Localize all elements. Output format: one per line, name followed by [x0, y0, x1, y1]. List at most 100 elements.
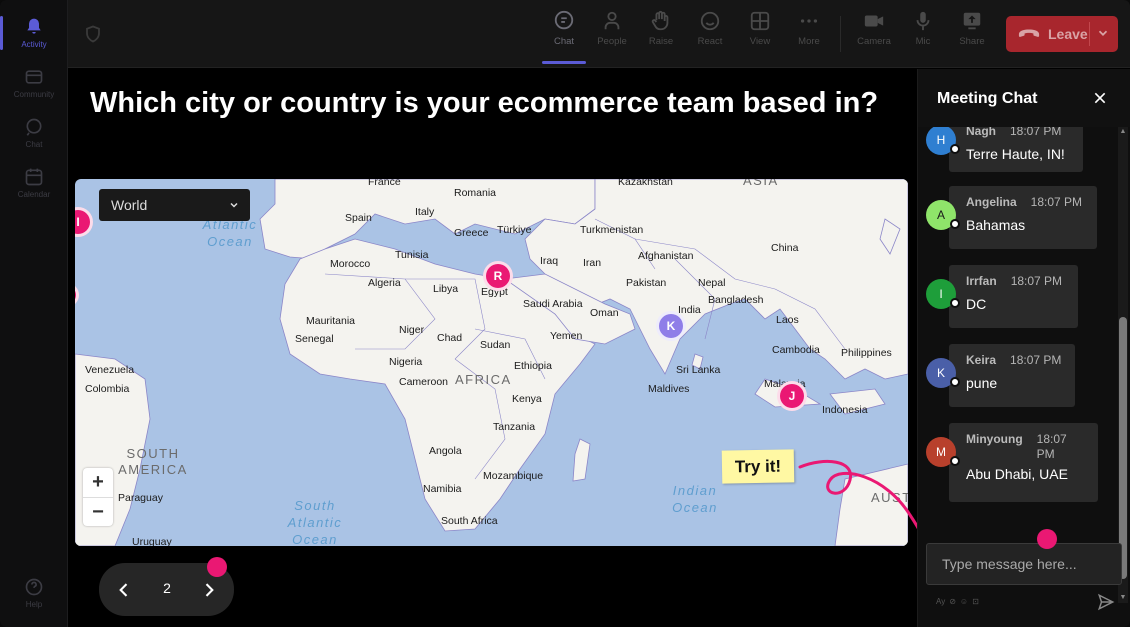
app-rail: Activity Community Chat Calendar Help	[0, 0, 68, 627]
scroll-up-icon[interactable]: ▲	[1119, 128, 1127, 136]
more-icon	[800, 19, 818, 23]
format-icon[interactable]: Ay	[936, 597, 945, 606]
leave-button[interactable]: Leave	[1006, 16, 1118, 52]
mic-icon	[916, 11, 930, 31]
status-indicator	[950, 219, 960, 229]
message-time: 18:07 PM	[1010, 127, 1062, 138]
avatar: H	[926, 127, 960, 155]
react-label: React	[697, 36, 723, 47]
raise-hand-button[interactable]: Raise	[637, 10, 685, 60]
region-select[interactable]: World	[99, 189, 250, 221]
close-icon[interactable]	[1092, 90, 1108, 106]
gif-icon[interactable]: ⊡	[972, 597, 979, 606]
map-label: Spain	[345, 212, 372, 224]
chevron-right-icon[interactable]	[199, 580, 219, 600]
highlight-dot	[207, 557, 227, 577]
map-label: SOUTH AMERICA	[118, 446, 188, 477]
rail-item-help[interactable]: Help	[0, 568, 68, 618]
map-label: Afghanistan	[638, 250, 694, 262]
map-label: Sri Lanka	[676, 364, 721, 376]
map-label: Greece	[454, 227, 489, 239]
map-label: Niger	[399, 324, 425, 336]
map-pin[interactable]: R	[483, 261, 513, 291]
mic-button[interactable]: Mic	[899, 10, 947, 60]
chat-header: Meeting Chat	[918, 69, 1130, 127]
map-label: Iraq	[540, 255, 559, 267]
world-map[interactable]: France Romania Kazakhstan ASIA Spain Ita…	[75, 179, 908, 546]
meeting-chat-panel: Meeting Chat Nagh 18:07 PM Terre Haute, I…	[917, 69, 1130, 627]
message-time: 18:07 PM	[1010, 274, 1063, 288]
map-label: Uruguay	[132, 536, 172, 546]
leave-label: Leave	[1048, 26, 1088, 42]
map-label: China	[771, 242, 799, 254]
rail-label: Activity	[21, 40, 47, 49]
meeting-toolbar: Chat People Raise React View More Camera	[68, 0, 1130, 68]
message-bubble: Nagh 18:07 PM Terre Haute, IN!	[949, 127, 1083, 172]
view-button[interactable]: View	[736, 10, 784, 60]
map-label: Bangladesh	[708, 294, 764, 306]
scrollbar-thumb[interactable]	[1119, 317, 1127, 579]
meeting-window: Activity Community Chat Calendar Help Ch…	[0, 0, 1130, 627]
map-label: Indonesia	[822, 404, 868, 416]
poll-question: Which city or country is your ecommerce …	[90, 87, 879, 119]
zoom-controls: + −	[83, 468, 113, 526]
message-text: Terre Haute, IN!	[966, 146, 1065, 162]
map-label: Atlantic Ocean	[202, 217, 258, 249]
rail-item-calendar[interactable]: Calendar	[0, 158, 68, 208]
map-label: Kenya	[512, 393, 542, 405]
zoom-out-button[interactable]: −	[83, 497, 113, 526]
react-button[interactable]: React	[686, 10, 734, 60]
map-label: Tunisia	[395, 249, 429, 261]
scroll-down-icon[interactable]: ▼	[1119, 594, 1127, 602]
share-button[interactable]: Share	[948, 10, 996, 60]
map-label: Libya	[433, 283, 459, 295]
chat-label: Chat	[553, 36, 575, 47]
map-label: Turkmenistan	[580, 224, 644, 236]
raise-hand-icon	[651, 10, 669, 31]
help-icon	[25, 578, 43, 596]
map-label: Mozambique	[483, 470, 544, 482]
send-icon[interactable]	[1097, 593, 1115, 611]
map-label: Sudan	[480, 339, 511, 351]
highlight-dot	[1037, 529, 1057, 549]
chat-scrollbar[interactable]: ▲ ▼	[1118, 127, 1128, 603]
map-label: France	[368, 179, 401, 188]
message-time: 18:07 PM	[1010, 353, 1062, 367]
map-label: Chad	[437, 332, 463, 344]
message-text: Abu Dhabi, UAE	[966, 466, 1068, 482]
map-pin[interactable]: J	[777, 381, 807, 411]
chevron-down-icon[interactable]	[1096, 26, 1110, 40]
rail-item-activity[interactable]: Activity	[0, 8, 68, 58]
message-bubble: Irrfan 18:07 PM DC	[949, 265, 1078, 328]
map-label: Philippines	[841, 347, 892, 359]
map-label: Nepal	[698, 277, 726, 289]
rail-label: Community	[13, 90, 55, 99]
chat-message-input[interactable]	[926, 543, 1122, 585]
map-pin[interactable]: K	[656, 311, 686, 341]
message-bubble: Angelina 18:07 PM Bahamas	[949, 186, 1097, 249]
more-button[interactable]: More	[785, 10, 833, 60]
camera-button[interactable]: Camera	[850, 10, 898, 60]
rail-label: Help	[25, 600, 43, 609]
people-button[interactable]: People	[588, 10, 636, 60]
map-label: Tanzania	[493, 421, 536, 433]
map-label: Ethiopia	[514, 360, 552, 372]
map-label: Iran	[583, 257, 602, 269]
rail-item-chat[interactable]: Chat	[0, 108, 68, 158]
zoom-in-button[interactable]: +	[83, 468, 113, 497]
rail-item-community[interactable]: Community	[0, 58, 68, 108]
chevron-left-icon[interactable]	[114, 580, 134, 600]
camera-off-icon	[864, 15, 884, 27]
message-author: Minyoung	[966, 432, 1023, 446]
smiley-icon	[700, 11, 720, 31]
message-author: Irrfan	[966, 274, 997, 288]
map-label: Cambodia	[772, 344, 820, 356]
map-label: Namibia	[423, 483, 462, 495]
map-label: Romania	[454, 187, 497, 199]
emoji-icon[interactable]: ☺	[960, 597, 968, 606]
try-it-note: Try it!	[721, 449, 795, 484]
attach-icon[interactable]: ⊘	[949, 597, 956, 606]
avatar: K	[926, 358, 960, 388]
chat-button[interactable]: Chat	[540, 10, 588, 64]
community-icon	[25, 70, 43, 84]
